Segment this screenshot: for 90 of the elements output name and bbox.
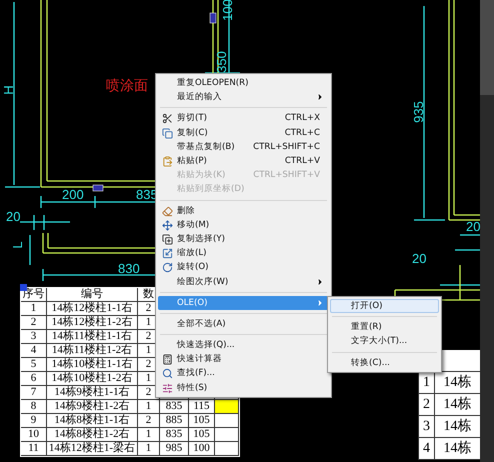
table-cell: 4 bbox=[418, 438, 434, 460]
copy-icon bbox=[162, 234, 173, 245]
table-cell: 11 bbox=[21, 442, 47, 456]
table-cell: 14栋10楼柱1-2右 bbox=[47, 372, 138, 386]
dimension-line bbox=[460, 234, 480, 236]
menu-item[interactable]: 重复OLEOPEN(R) bbox=[158, 76, 329, 90]
menu-item[interactable]: 删除 bbox=[158, 204, 329, 218]
drawing-note: 喷涂面 bbox=[106, 78, 148, 94]
menu-item[interactable]: 绘图次序(W) bbox=[158, 274, 329, 289]
table-cell: 10 bbox=[21, 428, 47, 442]
dimension-label: 935 bbox=[411, 101, 426, 123]
table-cell: 14栋10楼柱1-1右 bbox=[47, 358, 138, 372]
dimension-label: 20 bbox=[466, 219, 480, 234]
scissors-icon bbox=[162, 113, 173, 124]
submenu-arrow-icon bbox=[316, 93, 324, 102]
table-cell: 1 bbox=[21, 302, 47, 316]
menu-item[interactable]: 转换(C)... bbox=[330, 356, 439, 370]
table-cell: 14栋12楼柱1-1右 bbox=[47, 302, 138, 316]
table-cell: 100 bbox=[189, 442, 215, 456]
table-cell: 3 bbox=[418, 416, 434, 438]
menu-item[interactable]: 文字大小(T)... bbox=[330, 334, 439, 349]
table-cell: 835 bbox=[160, 428, 189, 442]
menu-item[interactable]: 旋转(O) bbox=[158, 260, 329, 274]
table-cell: 4 bbox=[21, 344, 47, 358]
column-header: 编号 bbox=[47, 288, 138, 302]
menu-item[interactable]: 特性(S) bbox=[158, 380, 329, 395]
table-cell: 14栋12楼柱1-梁右 bbox=[47, 442, 138, 456]
clipboard-icon bbox=[162, 156, 173, 167]
table-cell: 8 bbox=[21, 400, 47, 414]
dimension-label: 20 bbox=[6, 209, 20, 224]
table-cell: 2 bbox=[418, 394, 434, 416]
copy-icon bbox=[162, 128, 173, 139]
menu-item[interactable]: 缩放(L) bbox=[158, 246, 329, 260]
menu-item[interactable]: 全部不选(A) bbox=[158, 316, 329, 331]
dimension-label: 20 bbox=[412, 251, 426, 266]
dimension-label: H bbox=[1, 85, 16, 95]
table-cell: 1 bbox=[138, 428, 160, 442]
eraser-icon bbox=[162, 206, 173, 216]
dimension-line bbox=[455, 249, 480, 251]
dimension-line bbox=[440, 284, 480, 286]
menu-item[interactable]: 打开(O) bbox=[330, 299, 439, 314]
table-cell: 885 bbox=[160, 414, 189, 428]
table-cell: 2 bbox=[21, 316, 47, 330]
dimension-label: L bbox=[10, 241, 25, 249]
scrollbar[interactable] bbox=[480, 0, 494, 462]
table-cell: 9 bbox=[21, 414, 47, 428]
menu-item[interactable]: 粘贴(P) CTRL+V bbox=[158, 154, 329, 168]
menu-item[interactable]: 剪切(T) CTRL+X bbox=[158, 111, 329, 126]
sliders-icon bbox=[162, 382, 173, 394]
table-cell: 14栋12楼柱1-2右 bbox=[47, 316, 138, 330]
menu-item[interactable]: 快速计算器 bbox=[158, 352, 329, 366]
submenu-arrow-icon bbox=[316, 298, 324, 307]
table-cell: 115 bbox=[189, 400, 215, 414]
dimension-label: 830 bbox=[118, 261, 140, 276]
table-cell: 14栋8楼柱1-1右 bbox=[47, 414, 138, 428]
table-cell: 105 bbox=[189, 428, 215, 442]
dimension-label: 200 bbox=[62, 187, 84, 202]
dimension-line bbox=[29, 235, 31, 265]
menu-item[interactable]: 带基点复制(B) CTRL+SHIFT+C bbox=[158, 140, 329, 154]
rotate-icon bbox=[162, 262, 173, 274]
menu-item[interactable]: 最近的输入 bbox=[158, 90, 329, 104]
table-cell: 6 bbox=[21, 372, 47, 386]
table-cell: 14栋8楼柱1-2右 bbox=[47, 428, 138, 442]
grip-handle[interactable] bbox=[92, 184, 104, 192]
dimension-label: 350 bbox=[214, 51, 229, 73]
table-cell: 835 bbox=[160, 400, 189, 414]
table-cell: 14栋9楼柱1-1右 bbox=[47, 386, 138, 400]
move-icon bbox=[162, 220, 173, 231]
menu-item[interactable]: 快速选择(Q)... bbox=[158, 338, 329, 352]
table-cell: 14栋11楼柱1-2右 bbox=[47, 344, 138, 358]
menu-item[interactable]: 移动(M) bbox=[158, 218, 329, 232]
menu-item[interactable]: 复制选择(Y) bbox=[158, 232, 329, 246]
menu-item[interactable]: 重置(R) bbox=[330, 320, 439, 334]
menu-item[interactable]: 查找(F)... bbox=[158, 366, 329, 381]
table-cell: 14栋9楼柱1-2右 bbox=[47, 400, 138, 414]
table-cell: 985 bbox=[160, 442, 189, 456]
calculator-icon bbox=[162, 354, 173, 366]
scale-icon bbox=[162, 248, 173, 260]
table-cell: 7 bbox=[21, 386, 47, 400]
table-cell: 1 bbox=[138, 442, 160, 456]
submenu-arrow-icon bbox=[316, 278, 324, 286]
grip-handle[interactable] bbox=[210, 12, 216, 24]
table-cell: 1 bbox=[138, 400, 160, 414]
table-cell: 3 bbox=[21, 330, 47, 344]
menu-item[interactable]: 复制(C) CTRL+C bbox=[158, 126, 329, 140]
table-cell: 5 bbox=[21, 358, 47, 372]
table-cell: 2 bbox=[138, 414, 160, 428]
table-cell: 14栋11楼柱1-1右 bbox=[47, 330, 138, 344]
table-cell: 105 bbox=[189, 414, 215, 428]
search-icon bbox=[162, 368, 173, 380]
